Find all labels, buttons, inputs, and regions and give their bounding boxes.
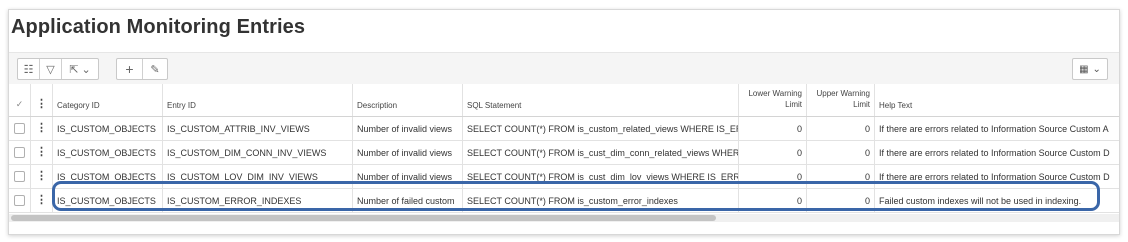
cell-sql-statement: SELECT COUNT(*) FROM is_custom_related_v… [463,117,739,140]
checkmark-icon: ✓ [15,99,24,109]
row-menu-button[interactable]: ⋮ [31,165,53,188]
table-row[interactable]: ⋮ IS_CUSTOM_OBJECTS IS_CUSTOM_ATTRIB_INV… [9,117,1119,141]
table-header-row: ✓ ⋮ Category ID Entry ID Description SQL… [9,84,1119,117]
column-header-category-id[interactable]: Category ID [53,84,163,116]
cell-description: Number of invalid views [353,165,463,188]
cell-category-id: IS_CUSTOM_OBJECTS [53,165,163,188]
cell-entry-id: IS_CUSTOM_DIM_CONN_INV_VIEWS [163,141,353,164]
cell-help-text: Failed custom indexes will not be used i… [879,195,1082,206]
page-title: Application Monitoring Entries [11,16,306,38]
cell-lower-limit: 0 [739,117,807,140]
cell-category-id: IS_CUSTOM_OBJECTS [53,189,163,212]
edit-toolbar-group: + ✎ [116,58,168,80]
checkbox-icon [14,123,25,134]
chevron-down-icon: ⌄ [1092,63,1101,75]
cell-category-id: IS_CUSTOM_OBJECTS [53,117,163,140]
view-toolbar-group: ☷ ▽ ⇱ ⌄ [17,58,99,80]
cell-help-text: If there are errors related to Informati… [879,171,1110,182]
row-checkbox[interactable] [9,141,31,164]
more-vertical-icon: ⋮ [36,122,47,134]
row-menu-button[interactable]: ⋮ [31,117,53,140]
column-header-description[interactable]: Description [353,84,463,116]
filter-icon[interactable]: ▽ [40,59,62,79]
cell-upper-limit: 0 [807,165,875,188]
column-header-lower-warning-limit[interactable]: Lower Warning Limit [739,84,807,116]
cell-help-text: If there are errors related to Informati… [879,123,1109,134]
column-header-entry-id[interactable]: Entry ID [163,84,353,116]
row-menu-header: ⋮ [31,84,53,116]
cell-upper-limit: 0 [807,117,875,140]
row-menu-button[interactable]: ⋮ [31,141,53,164]
table-settings-button[interactable]: ▦ ⌄ [1072,58,1108,80]
table-toolbar: ☷ ▽ ⇱ ⌄ + ✎ ▦ ⌄ [9,52,1119,85]
cell-help-text: If there are errors related to Informati… [879,147,1110,158]
column-header-upper-warning-limit[interactable]: Upper Warning Limit [807,84,875,116]
cell-upper-limit: 0 [807,189,875,212]
scrollbar-thumb[interactable] [11,215,716,221]
row-checkbox[interactable] [9,165,31,188]
cell-description: Number of failed custom [353,189,463,212]
cell-entry-id: IS_CUSTOM_ATTRIB_INV_VIEWS [163,117,353,140]
cell-entry-id: IS_CUSTOM_LOV_DIM_INV_VIEWS [163,165,353,188]
more-vertical-icon: ⋮ [36,146,47,158]
cell-sql-statement: SELECT COUNT(*) FROM is_cust_dim_conn_re… [463,141,739,164]
table-row[interactable]: ⋮ IS_CUSTOM_OBJECTS IS_CUSTOM_DIM_CONN_I… [9,141,1119,165]
add-icon[interactable]: + [117,59,143,79]
cell-upper-limit: 0 [807,141,875,164]
checkbox-icon [14,147,25,158]
monitoring-panel: Application Monitoring Entries ☷ ▽ ⇱ ⌄ +… [8,9,1120,235]
cell-sql-statement: SELECT COUNT(*) FROM is_cust_dim_lov_vie… [463,165,739,188]
table-row[interactable]: ⋮ IS_CUSTOM_OBJECTS IS_CUSTOM_ERROR_INDE… [9,189,1119,213]
cell-category-id: IS_CUSTOM_OBJECTS [53,141,163,164]
cell-lower-limit: 0 [739,189,807,212]
checkbox-icon [14,195,25,206]
more-vertical-icon: ⋮ [36,194,47,206]
row-menu-button[interactable]: ⋮ [31,189,53,212]
cell-sql-statement: SELECT COUNT(*) FROM is_custom_error_ind… [463,189,739,212]
column-header-sql-statement[interactable]: SQL Statement [463,84,739,116]
edit-icon[interactable]: ✎ [143,59,167,79]
select-all-header[interactable]: ✓ [9,84,31,116]
horizontal-scrollbar[interactable] [9,214,1119,222]
more-vertical-icon: ⋮ [36,98,47,110]
cell-lower-limit: 0 [739,141,807,164]
table-settings-icon: ▦ [1079,63,1089,75]
row-checkbox[interactable] [9,189,31,212]
export-icon[interactable]: ⇱ ⌄ [62,59,98,79]
row-checkbox[interactable] [9,117,31,140]
cell-entry-id: IS_CUSTOM_ERROR_INDEXES [163,189,353,212]
cell-description: Number of invalid views [353,141,463,164]
cell-lower-limit: 0 [739,165,807,188]
checkbox-icon [14,171,25,182]
cell-description: Number of invalid views [353,117,463,140]
table-row[interactable]: ⋮ IS_CUSTOM_OBJECTS IS_CUSTOM_LOV_DIM_IN… [9,165,1119,189]
column-header-help-text[interactable]: Help Text [875,84,1119,116]
list-icon[interactable]: ☷ [18,59,40,79]
more-vertical-icon: ⋮ [36,170,47,182]
